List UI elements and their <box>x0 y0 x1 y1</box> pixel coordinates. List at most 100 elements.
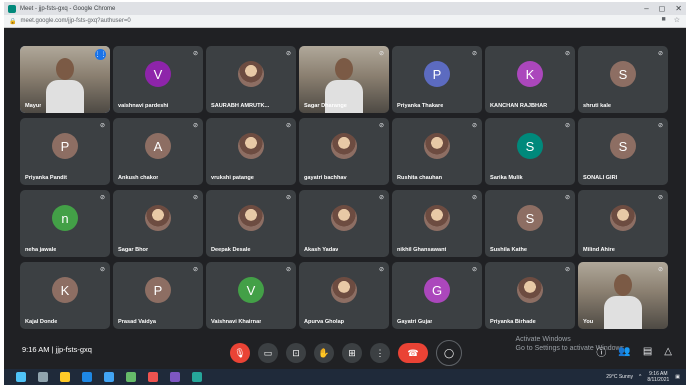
participant-tile[interactable]: n ⊘ neha jawale <box>20 190 110 257</box>
participant-tile[interactable]: P ⊘ Priyanka Pandit <box>20 118 110 185</box>
participant-avatar: S <box>517 205 543 231</box>
mail-icon[interactable] <box>126 372 136 382</box>
file-explorer-icon[interactable] <box>60 372 70 382</box>
extension-area: ■ ☆ <box>661 16 680 24</box>
participant-avatar: A <box>145 133 171 159</box>
close-button[interactable]: ✕ <box>675 4 682 13</box>
participant-tile[interactable]: ⊘ Deepak Desale <box>206 190 296 257</box>
participant-tile[interactable]: ⊘ Apurva Gholap <box>299 262 389 329</box>
meeting-info: 9:16 AM | jjp-fsts-gxq <box>22 345 92 354</box>
window-title: Meet - jjp-fsts-gxq - Google Chrome <box>20 5 116 12</box>
people-button[interactable]: 👥 <box>618 346 630 357</box>
info-button[interactable]: ⓘ <box>596 344 606 359</box>
mic-muted-icon: ⊘ <box>285 51 291 57</box>
camera-icon: ▭ <box>263 347 273 358</box>
activities-shapes-button[interactable]: △ <box>664 346 672 357</box>
participant-name: SAURABH AMRUTK... <box>211 103 270 109</box>
present-icon: ⊞ <box>348 347 356 358</box>
leave-call-button[interactable]: ☎ <box>398 343 428 363</box>
mic-muted-icon: ⊘ <box>99 267 105 273</box>
participant-tile[interactable]: S ⊘ Sarika Mulik <box>485 118 575 185</box>
participant-tile[interactable]: ⊘ SAURABH AMRUTK... <box>206 46 296 113</box>
chrome-icon[interactable] <box>148 372 158 382</box>
camera-indicator-icon[interactable]: ■ <box>661 16 665 24</box>
windows-start-icon[interactable] <box>16 372 26 382</box>
participant-tile[interactable]: ⊘ Rushita chauhan <box>392 118 482 185</box>
window-controls: – ◻ ✕ <box>644 2 682 15</box>
participant-tile[interactable]: S ⊘ SONALI GIRI <box>578 118 668 185</box>
participant-tile[interactable]: S ⊘ Sushila Kathe <box>485 190 575 257</box>
video-person-shape <box>56 58 74 80</box>
participant-tile[interactable]: P ⊘ Prasad Vaidya <box>113 262 203 329</box>
participant-tile[interactable]: S ⊘ shruti kale <box>578 46 668 113</box>
participant-photo <box>424 205 450 231</box>
participant-tile[interactable]: ⊘ Akash Yadav <box>299 190 389 257</box>
url-text[interactable]: meet.google.com/jjp-fsts-gxq?authuser=0 <box>20 18 130 24</box>
participant-name: neha jawale <box>25 247 57 253</box>
participant-name: gayatri bachhav <box>304 175 347 181</box>
notifications-icon[interactable]: ▣ <box>675 374 680 380</box>
participant-name: Priyanka Thakare <box>397 103 444 109</box>
participant-avatar: S <box>610 133 636 159</box>
participant-tile[interactable]: A ⊘ Ankush chakor <box>113 118 203 185</box>
participant-photo <box>145 205 171 231</box>
mic-muted-icon: ⊘ <box>471 195 477 201</box>
star-icon[interactable]: ☆ <box>674 16 680 24</box>
activities-button[interactable]: ◯ <box>436 340 462 366</box>
address-bar[interactable]: 🔒 meet.google.com/jjp-fsts-gxq?authuser=… <box>4 15 686 28</box>
mic-muted-icon: ⊘ <box>378 123 384 129</box>
participant-avatar: K <box>517 61 543 87</box>
participant-tile[interactable]: P ⊘ Priyanka Thakare <box>392 46 482 113</box>
participant-name: nikhil Ghansawant <box>397 247 447 253</box>
participant-tile[interactable]: G ⊘ Gayatri Gujar <box>392 262 482 329</box>
participant-tile[interactable]: K ⊘ KANCHAN RAJBHAR <box>485 46 575 113</box>
mic-muted-icon: ⊘ <box>99 195 105 201</box>
participant-tile[interactable]: ⊘ Milind Ahire <box>578 190 668 257</box>
chat-button[interactable]: ▤ <box>643 346 652 357</box>
participant-tile[interactable]: ⊘ vrukshi patange <box>206 118 296 185</box>
mic-muted-icon: ⊘ <box>564 267 570 273</box>
mic-muted-icon: ⊘ <box>285 195 291 201</box>
participant-name: Sushila Kathe <box>490 247 527 253</box>
participant-tile[interactable]: ⊘ You <box>578 262 668 329</box>
tray-chevron-icon[interactable]: ^ <box>639 374 641 380</box>
camera-button[interactable]: ▭ <box>258 343 278 363</box>
raise-hand-button[interactable]: ✋ <box>314 343 334 363</box>
store-icon[interactable] <box>104 372 114 382</box>
mic-muted-icon: ⊘ <box>192 267 198 273</box>
app-icon[interactable] <box>170 372 180 382</box>
participant-tile[interactable]: V ⊘ vaishnavi pardeshi <box>113 46 203 113</box>
participant-name: Priyanka Birhade <box>490 319 536 325</box>
participant-tile[interactable]: V ⊘ Vaishnavi Khairnar <box>206 262 296 329</box>
minimize-button[interactable]: – <box>644 4 648 13</box>
edge-icon[interactable] <box>82 372 92 382</box>
participant-name: KANCHAN RAJBHAR <box>490 103 548 109</box>
mic-muted-icon: ⊘ <box>564 195 570 201</box>
system-tray: 29°C Sunny ^ 9:16 AM 8/11/2021 ▣ <box>606 371 680 383</box>
participant-name: Sagar Bhor <box>118 247 149 253</box>
participant-photo <box>238 205 264 231</box>
clock[interactable]: 9:16 AM 8/11/2021 <box>647 371 669 383</box>
mic-muted-icon: ⊘ <box>285 123 291 129</box>
mic-muted-icon: ⊘ <box>564 51 570 57</box>
participant-name: You <box>583 319 594 325</box>
mic-off-button[interactable]: 🎙 <box>230 343 250 363</box>
participant-tile[interactable]: ⊘ gayatri bachhav <box>299 118 389 185</box>
participant-tile[interactable]: K ⊘ Kajal Donde <box>20 262 110 329</box>
participant-tile[interactable]: ⊘ Sagar Dharange <box>299 46 389 113</box>
more-options-button[interactable]: ⋮ <box>370 343 390 363</box>
settings-icon[interactable] <box>192 372 202 382</box>
participant-tile[interactable]: ⋮⋮ Mayur <box>20 46 110 113</box>
task-view-icon[interactable] <box>38 372 48 382</box>
captions-button[interactable]: ⊡ <box>286 343 306 363</box>
participant-tile[interactable]: ⊘ Sagar Bhor <box>113 190 203 257</box>
mic-muted-icon: ⊘ <box>471 267 477 273</box>
maximize-button[interactable]: ◻ <box>659 4 666 13</box>
lock-icon: 🔒 <box>9 18 17 25</box>
mic-muted-icon: ⊘ <box>378 195 384 201</box>
participant-tile[interactable]: ⊘ nikhil Ghansawant <box>392 190 482 257</box>
video-person-body-shape <box>46 80 84 113</box>
present-button[interactable]: ⊞ <box>342 343 362 363</box>
participant-tile[interactable]: ⊘ Priyanka Birhade <box>485 262 575 329</box>
weather-text[interactable]: 29°C Sunny <box>606 374 633 380</box>
